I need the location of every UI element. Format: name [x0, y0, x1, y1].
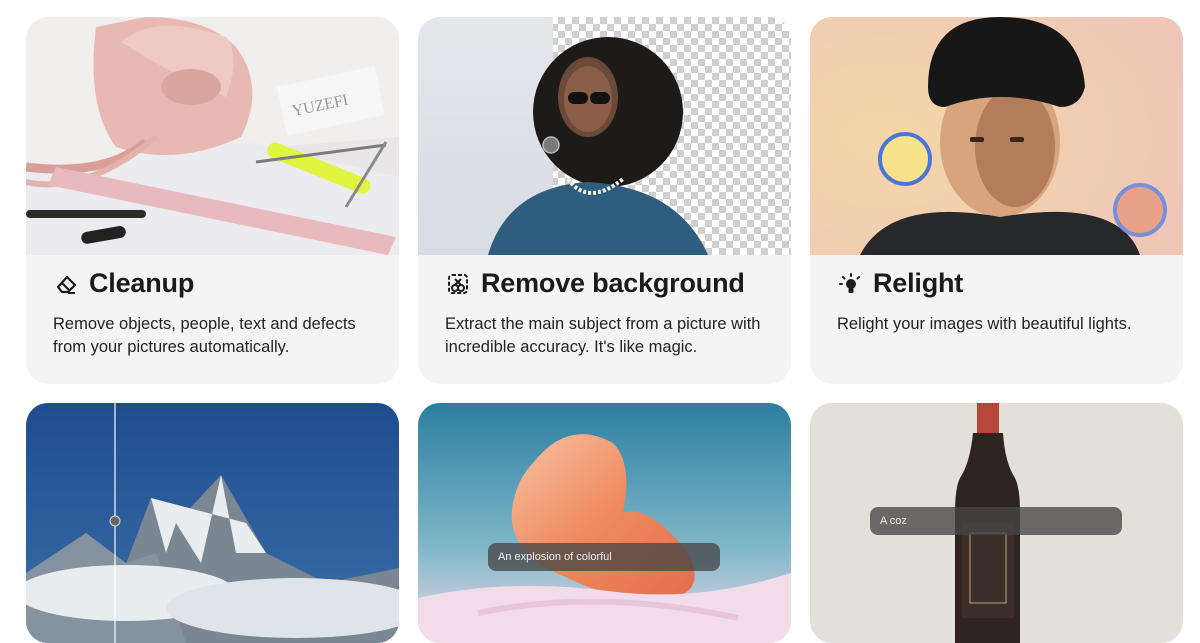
- prompt-input[interactable]: An explosion of colorful: [488, 543, 720, 571]
- cleanup-description: Remove objects, people, text and defects…: [53, 315, 356, 356]
- relight-image: [810, 17, 1183, 255]
- relight-card[interactable]: Relight Relight your images with beautif…: [810, 17, 1183, 384]
- cleanup-title: Cleanup: [89, 268, 195, 298]
- eraser-icon: [53, 271, 79, 297]
- abstract-card[interactable]: An explosion of colorful: [418, 403, 791, 643]
- remove-background-title: Remove background: [481, 268, 745, 298]
- remove-background-image: [418, 17, 791, 255]
- remove-background-icon: [445, 271, 471, 297]
- remove-background-card[interactable]: Remove background Extract the main subje…: [418, 17, 791, 384]
- mountain-comparison-image: [26, 403, 399, 643]
- remove-background-description: Extract the main subject from a picture …: [445, 315, 761, 356]
- wine-card[interactable]: A coz: [810, 403, 1183, 643]
- lightbulb-icon: [837, 271, 863, 297]
- mountain-card[interactable]: [26, 403, 399, 643]
- cleanup-card[interactable]: YUZEFI Cleanup Remove objects, people, t…: [26, 17, 399, 384]
- abstract-shape-image: [418, 403, 791, 643]
- relight-description: Relight your images with beautiful light…: [837, 315, 1132, 333]
- relight-title: Relight: [873, 268, 964, 298]
- cleanup-image: YUZEFI: [26, 17, 399, 255]
- prompt-input[interactable]: A coz: [870, 507, 1122, 535]
